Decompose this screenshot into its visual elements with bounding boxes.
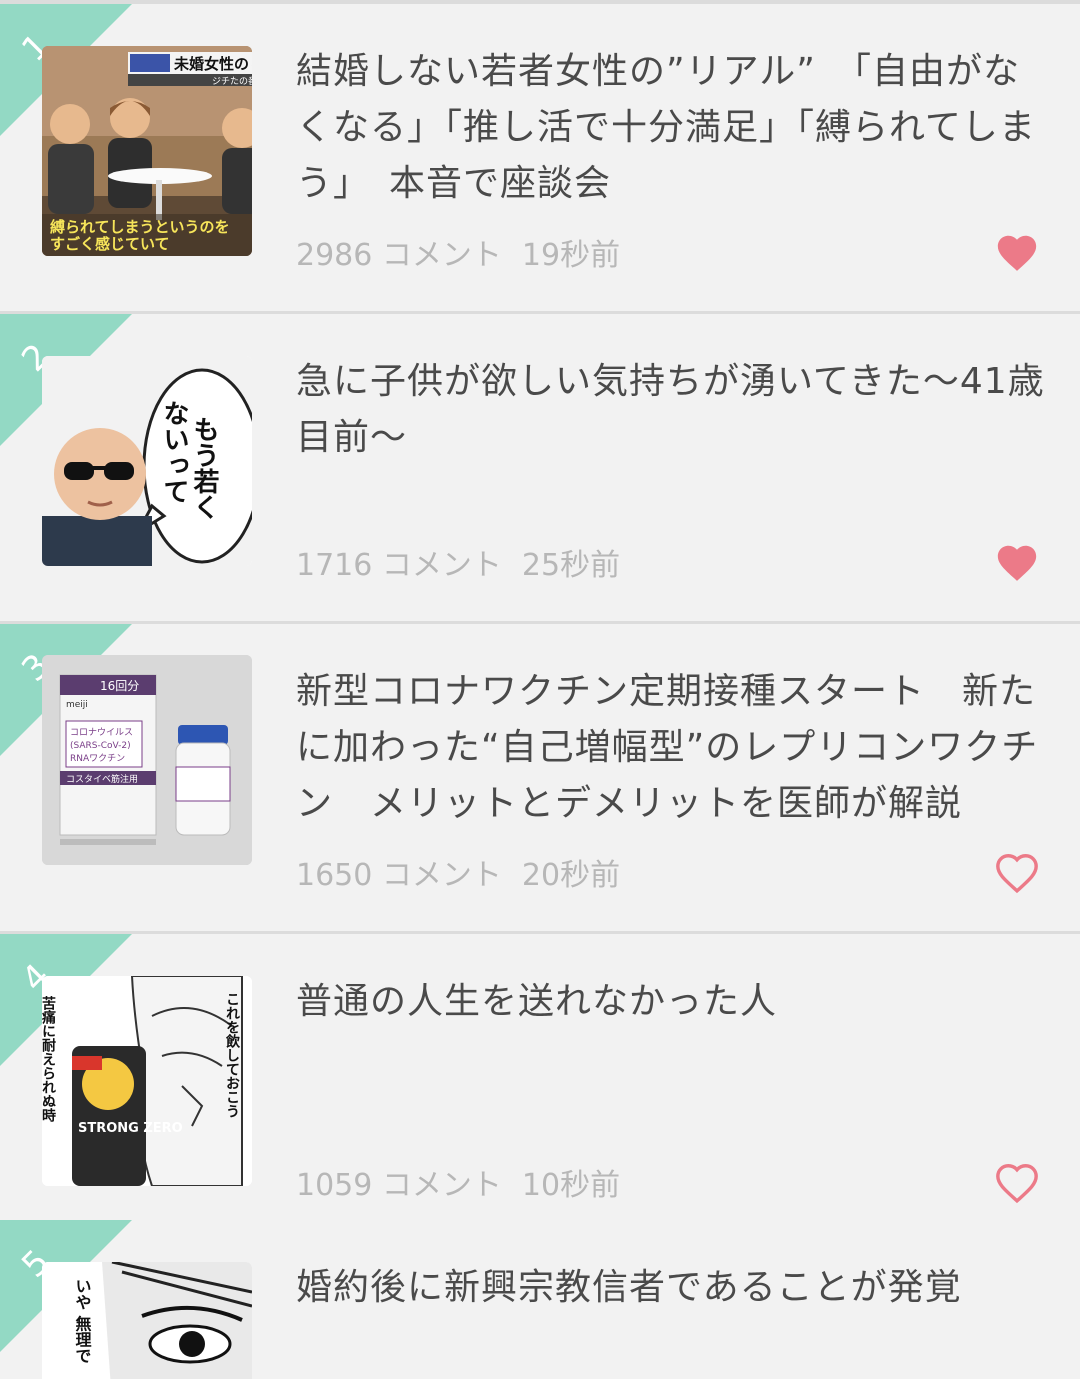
svg-text:いや 無理で: いや 無理で [73, 1278, 92, 1364]
vaccine-box-image: 16回分 meiji コロナウイルス (SARS-CoV-2) RNAワクチン … [42, 655, 252, 865]
heart-outline-icon[interactable] [994, 850, 1040, 896]
article-title[interactable]: 新型コロナワクチン定期接種スタート 新たに加わった“自己増幅型”のレプリコンワク… [296, 664, 1046, 832]
svg-text:苦痛に耐えられぬ時: 苦痛に耐えられぬ時 [42, 995, 57, 1123]
article-title[interactable]: 結婚しない若者女性の”リアル” 「自由がなくなる」「推し活で十分満足」「縛られて… [296, 44, 1046, 212]
comment-count: 1650 コメント [296, 858, 502, 893]
thumbnail[interactable]: 16回分 meiji コロナウイルス (SARS-CoV-2) RNAワクチン … [42, 655, 252, 865]
article-meta: 1059 コメント 10秒前 [296, 1160, 620, 1204]
svg-text:ないって: ないって [159, 400, 189, 504]
svg-text:未婚女性のリ: 未婚女性のリ [173, 55, 252, 73]
timestamp: 25秒前 [521, 548, 621, 583]
article-title[interactable]: 急に子供が欲しい気持ちが湧いてきた〜41歳目前〜 [296, 354, 1046, 466]
article-title[interactable]: 婚約後に新興宗教信者であることが発覚 [296, 1260, 1046, 1316]
list-item[interactable]: 4 苦痛に耐えられぬ時 これを飲しておこう STRONG ZERO 普通の人生を… [0, 934, 1080, 1244]
heart-filled-icon[interactable] [994, 230, 1040, 276]
svg-text:縛られてしまうというのを: 縛られてしまうというのを [50, 218, 230, 236]
baby-sunglasses-image: もう若く ないって [42, 356, 252, 566]
list-item[interactable]: 2 もう若く ないって 急に子供が欲しい気持ちが湧いてきた〜41歳目前〜 171… [0, 314, 1080, 624]
thumbnail[interactable]: もう若く ないって [42, 356, 252, 566]
svg-text:もう若く: もう若く [189, 416, 219, 520]
article-meta: 2986 コメント 19秒前 [296, 230, 620, 274]
svg-text:meiji: meiji [66, 700, 88, 710]
article-meta: 1650 コメント 20秒前 [296, 850, 620, 894]
tv-roundtable-image: 未婚女性のリ ジチたの番 縛られてしまうというのを すごく感じていて [42, 46, 252, 256]
heart-filled-icon[interactable] [994, 540, 1040, 586]
comment-count: 1716 コメント [296, 548, 502, 583]
svg-text:RNAワクチン: RNAワクチン [70, 753, 125, 764]
article-meta: 1716 コメント 25秒前 [296, 540, 620, 584]
svg-text:16回分: 16回分 [100, 679, 139, 693]
svg-text:STRONG ZERO: STRONG ZERO [78, 1121, 183, 1136]
svg-text:すごく感じていて: すごく感じていて [50, 235, 170, 253]
list-item[interactable]: 3 16回分 meiji コロナウイルス (SARS-CoV-2) RNAワクチ… [0, 624, 1080, 934]
svg-text:コロナウイルス: コロナウイルス [70, 727, 133, 738]
thumbnail[interactable]: 苦痛に耐えられぬ時 これを飲しておこう STRONG ZERO [42, 976, 252, 1186]
svg-text:コスタイベ筋注用: コスタイベ筋注用 [66, 773, 138, 785]
list-item[interactable]: 1 未婚女性のリ ジチたの番 縛られてしまうというのを すごく感じていて 結婚 [0, 4, 1080, 314]
heart-outline-icon[interactable] [994, 1160, 1040, 1206]
svg-text:ジチたの番: ジチたの番 [212, 75, 252, 87]
timestamp: 20秒前 [521, 858, 621, 893]
timestamp: 10秒前 [521, 1168, 621, 1203]
thumbnail[interactable]: 未婚女性のリ ジチたの番 縛られてしまうというのを すごく感じていて [42, 46, 252, 256]
thumbnail[interactable]: いや 無理で [42, 1262, 252, 1379]
manga-strong-zero-image: 苦痛に耐えられぬ時 これを飲しておこう STRONG ZERO [42, 976, 252, 1186]
article-title[interactable]: 普通の人生を送れなかった人 [296, 974, 1046, 1030]
timestamp: 19秒前 [521, 238, 621, 273]
list-item[interactable]: 5 いや 無理で 婚約後に新興宗教信者であることが発覚 [0, 1220, 1080, 1379]
svg-text:(SARS-CoV-2): (SARS-CoV-2) [70, 741, 131, 751]
comment-count: 2986 コメント [296, 238, 502, 273]
svg-text:これを飲しておこう: これを飲しておこう [224, 992, 241, 1118]
comment-count: 1059 コメント [296, 1168, 502, 1203]
manga-face-image: いや 無理で [42, 1262, 252, 1379]
